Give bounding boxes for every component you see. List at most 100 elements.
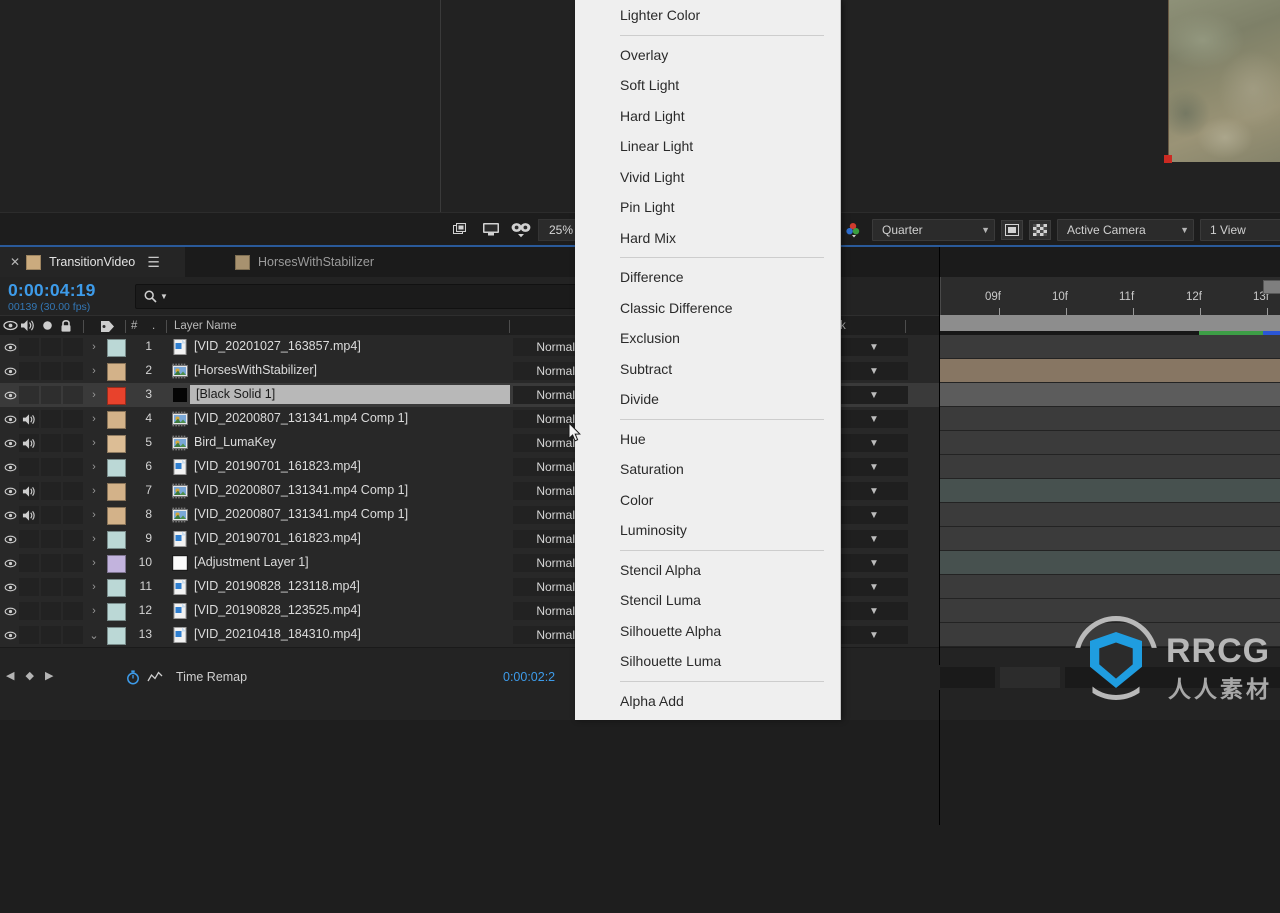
layer-twirl-toggle[interactable]: ⌄ <box>86 627 102 643</box>
close-icon[interactable]: ✕ <box>10 255 20 269</box>
layer-blend-mode[interactable]: Normal <box>513 362 581 380</box>
layer-track-matte-select[interactable]: ▼ <box>840 482 908 500</box>
layer-name[interactable]: [Black Solid 1] <box>196 387 275 401</box>
column-layer-name-header[interactable]: Layer Name <box>174 320 237 332</box>
layer-label-color[interactable] <box>107 387 126 405</box>
layer-blend-mode[interactable]: Normal <box>513 338 581 356</box>
layer-track-matte-select[interactable]: ▼ <box>840 386 908 404</box>
menu-item-pin-light[interactable]: Pin Light <box>575 192 840 223</box>
layer-track-matte-select[interactable]: ▼ <box>840 530 908 548</box>
layer-audio-toggle[interactable] <box>19 626 39 644</box>
layer-track-matte-select[interactable]: ▼ <box>840 578 908 596</box>
layer-lock-toggle[interactable] <box>63 626 83 644</box>
layer-solo-toggle[interactable] <box>41 434 61 452</box>
layer-label-color[interactable] <box>107 363 126 381</box>
layer-timeline-track[interactable] <box>940 359 1280 382</box>
layer-visibility-toggle[interactable] <box>3 508 17 522</box>
layer-solo-toggle[interactable] <box>41 506 61 524</box>
layer-visibility-toggle[interactable] <box>3 436 17 450</box>
layer-duration-bar[interactable] <box>940 359 1280 382</box>
menu-item-hue[interactable]: Hue <box>575 424 840 455</box>
layer-label-color[interactable] <box>107 339 126 357</box>
layer-solo-toggle[interactable] <box>41 482 61 500</box>
layer-twirl-toggle[interactable]: › <box>86 483 102 499</box>
layer-duration-bar[interactable] <box>940 551 1280 574</box>
layer-audio-toggle[interactable] <box>19 482 39 500</box>
layer-timeline-track[interactable] <box>940 575 1280 598</box>
current-time-display[interactable]: 0:00:04:19 <box>8 280 96 301</box>
layer-timeline-track[interactable] <box>940 407 1280 430</box>
region-of-interest-icon[interactable] <box>1001 219 1023 240</box>
layer-duration-bar[interactable] <box>940 503 1280 526</box>
layer-timeline-track[interactable] <box>940 503 1280 526</box>
layer-solo-toggle[interactable] <box>41 458 61 476</box>
layer-duration-bar[interactable] <box>940 479 1280 502</box>
layer-label-color[interactable] <box>107 459 126 477</box>
viewer-canvas-left[interactable] <box>0 0 440 212</box>
layer-twirl-toggle[interactable]: › <box>86 603 102 619</box>
layer-twirl-toggle[interactable]: › <box>86 555 102 571</box>
layer-lock-toggle[interactable] <box>63 578 83 596</box>
layer-audio-toggle[interactable] <box>19 602 39 620</box>
menu-item-exclusion[interactable]: Exclusion <box>575 323 840 354</box>
layer-solo-toggle[interactable] <box>41 410 61 428</box>
layer-duration-bar[interactable] <box>940 527 1280 550</box>
menu-item-hard-mix[interactable]: Hard Mix <box>575 223 840 254</box>
snapshot-icon[interactable] <box>448 220 474 240</box>
layer-visibility-toggle[interactable] <box>3 364 17 378</box>
layer-lock-toggle[interactable] <box>63 410 83 428</box>
layer-timeline-track[interactable] <box>940 479 1280 502</box>
resolution-select[interactable]: Quarter ▼ <box>872 218 995 241</box>
menu-item-classic-difference[interactable]: Classic Difference <box>575 293 840 324</box>
layer-timeline-track[interactable] <box>940 431 1280 454</box>
menu-item-color[interactable]: Color <box>575 485 840 516</box>
layer-track-matte-select[interactable]: ▼ <box>840 554 908 572</box>
layer-track-matte-select[interactable]: ▼ <box>840 458 908 476</box>
layer-twirl-toggle[interactable]: › <box>86 411 102 427</box>
layer-name[interactable]: [VID_20200807_131341.mp4 Comp 1] <box>194 507 408 521</box>
property-graph-icon[interactable] <box>147 670 163 689</box>
time-ruler[interactable]: 09f 10f 11f 12f 13f <box>940 277 1280 315</box>
viewer-canvas-right[interactable] <box>441 0 1280 212</box>
layer-lock-toggle[interactable] <box>63 458 83 476</box>
menu-item-linear-light[interactable]: Linear Light <box>575 131 840 162</box>
layer-name[interactable]: [VID_20210418_184310.mp4] <box>194 627 361 641</box>
menu-item-subtract[interactable]: Subtract <box>575 354 840 385</box>
layer-duration-bar[interactable] <box>940 383 1280 406</box>
layer-twirl-toggle[interactable]: › <box>86 387 102 403</box>
layer-visibility-toggle[interactable] <box>3 484 17 498</box>
next-keyframe-icon[interactable]: ▶ <box>45 669 53 682</box>
layer-duration-bar[interactable] <box>940 431 1280 454</box>
layer-label-color[interactable] <box>107 483 126 501</box>
search-input[interactable]: ▼ <box>135 284 580 309</box>
tab-transition-video[interactable]: ✕ TransitionVideo ☰ <box>0 247 185 279</box>
layer-twirl-toggle[interactable]: › <box>86 435 102 451</box>
layer-name[interactable]: Bird_LumaKey <box>194 435 276 449</box>
layer-lock-toggle[interactable] <box>63 554 83 572</box>
layer-name[interactable]: [VID_20190828_123118.mp4] <box>194 579 360 593</box>
layer-visibility-toggle[interactable] <box>3 412 17 426</box>
layer-label-color[interactable] <box>107 435 126 453</box>
layer-solo-toggle[interactable] <box>41 602 61 620</box>
layer-blend-mode[interactable]: Normal <box>513 554 581 572</box>
keyframe-navigator[interactable]: ◀ ◆ ▶ <box>6 669 53 682</box>
layer-visibility-toggle[interactable] <box>3 580 17 594</box>
menu-item-stencil-luma[interactable]: Stencil Luma <box>575 585 840 616</box>
layer-track-matte-select[interactable]: ▼ <box>840 434 908 452</box>
layer-timeline-track[interactable] <box>940 527 1280 550</box>
layer-solo-toggle[interactable] <box>41 626 61 644</box>
layer-lock-toggle[interactable] <box>63 362 83 380</box>
layer-twirl-toggle[interactable]: › <box>86 531 102 547</box>
layer-visibility-toggle[interactable] <box>3 556 17 570</box>
layer-name[interactable]: [VID_20190828_123525.mp4] <box>194 603 361 617</box>
layer-name[interactable]: [VID_20190701_161823.mp4] <box>194 459 361 473</box>
menu-item-silhouette-alpha[interactable]: Silhouette Alpha <box>575 616 840 647</box>
layer-audio-toggle[interactable] <box>19 458 39 476</box>
prev-keyframe-icon[interactable]: ◀ <box>6 669 14 682</box>
layer-lock-toggle[interactable] <box>63 434 83 452</box>
layer-twirl-toggle[interactable]: › <box>86 363 102 379</box>
layer-track-matte-select[interactable]: ▼ <box>840 506 908 524</box>
layer-blend-mode[interactable]: Normal <box>513 386 581 404</box>
layer-label-color[interactable] <box>107 411 126 429</box>
layer-lock-toggle[interactable] <box>63 602 83 620</box>
